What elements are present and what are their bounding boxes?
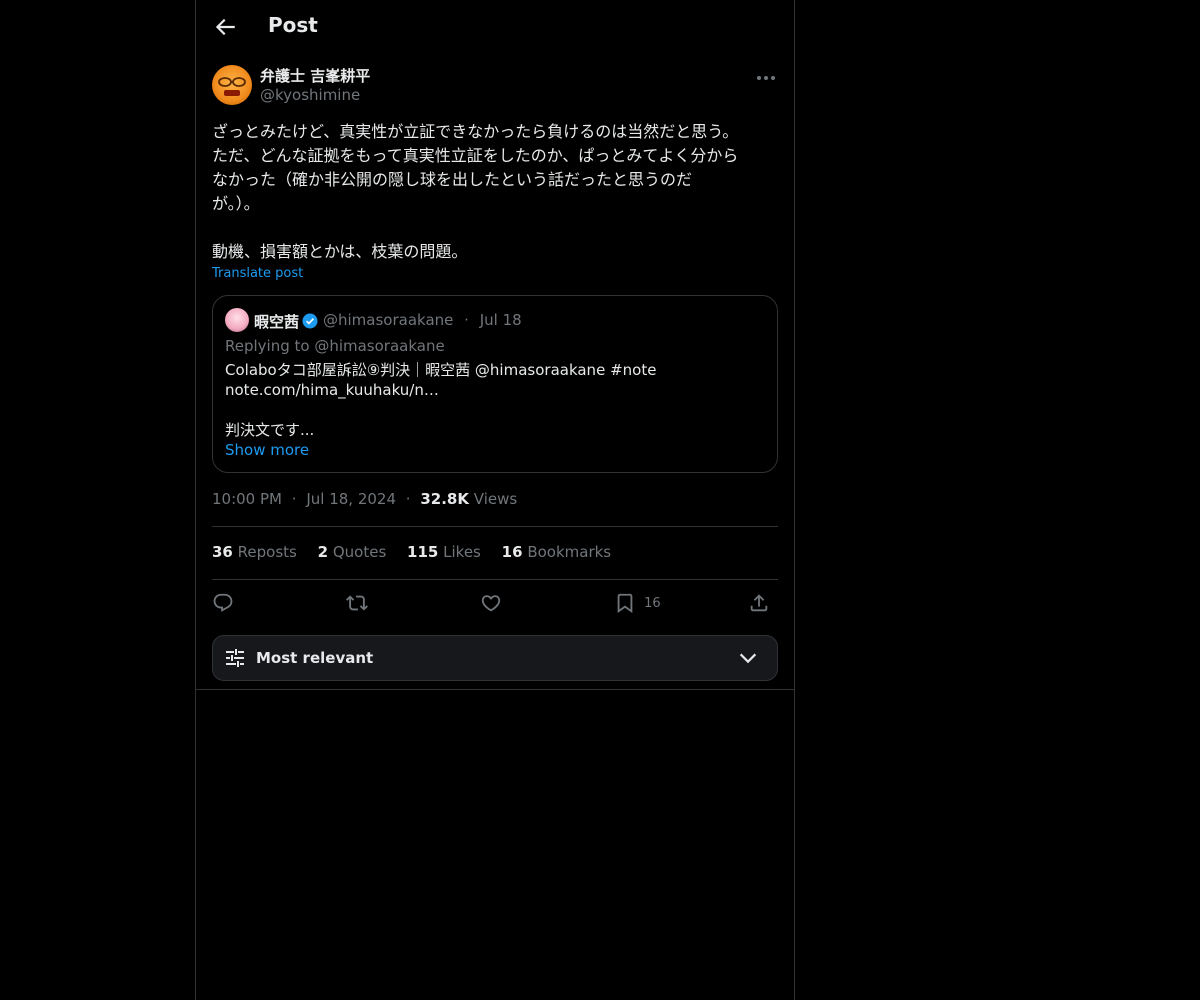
avatar[interactable] bbox=[212, 65, 252, 105]
separator-dot: · bbox=[291, 490, 297, 508]
reposts-label: Reposts bbox=[237, 543, 297, 561]
separator-dot: · bbox=[464, 311, 469, 329]
reposts-count: 36 bbox=[212, 543, 233, 561]
reply-button[interactable] bbox=[212, 592, 234, 616]
sort-label: Most relevant bbox=[256, 649, 374, 667]
bookmark-button[interactable]: 16 bbox=[614, 592, 661, 616]
action-bar: 16 bbox=[212, 590, 778, 620]
quoted-post[interactable]: 暇空茜 @himasoraakane · Jul 18 Replying to … bbox=[212, 295, 778, 473]
verified-badge-icon bbox=[302, 313, 318, 329]
post-stats: 36 Reposts 2 Quotes 115 Likes 16 Bookmar… bbox=[212, 543, 627, 561]
share-icon bbox=[750, 594, 768, 612]
quotes-label: Quotes bbox=[332, 543, 387, 561]
reply-icon bbox=[213, 593, 233, 612]
share-button[interactable] bbox=[748, 592, 770, 616]
quote-author-name[interactable]: 暇空茜 bbox=[254, 311, 299, 332]
chevron-down-icon bbox=[739, 653, 757, 664]
post-date[interactable]: Jul 18, 2024 bbox=[306, 490, 396, 508]
heart-icon bbox=[481, 595, 501, 612]
post-header: Post bbox=[196, 0, 794, 54]
views-count: 32.8K bbox=[420, 490, 469, 508]
separator-dot: · bbox=[405, 490, 411, 508]
post-text: ざっとみたけど、真実性が立証できなかったら負けるのは当然だと思う。 ただ、どんな… bbox=[212, 122, 739, 261]
more-dots-icon bbox=[757, 76, 775, 80]
post-author: 弁護士 吉峯耕平 @kyoshimine bbox=[212, 64, 778, 108]
quote-author-handle[interactable]: @himasoraakane bbox=[323, 311, 453, 329]
quotes-count: 2 bbox=[317, 543, 329, 561]
views-label: Views bbox=[473, 490, 518, 508]
quote-avatar[interactable] bbox=[225, 308, 249, 332]
bookmarks-count: 16 bbox=[501, 543, 523, 561]
back-button[interactable] bbox=[212, 14, 238, 40]
bookmarks-stat[interactable]: 16 Bookmarks bbox=[502, 543, 611, 561]
arrow-left-icon bbox=[215, 18, 235, 36]
divider bbox=[212, 526, 778, 527]
quote-handle-line: @himasoraakane · Jul 18 bbox=[323, 311, 522, 329]
like-button[interactable] bbox=[480, 592, 502, 616]
post-meta: 10:00 PM · Jul 18, 2024 · 32.8K Views bbox=[212, 490, 517, 508]
post-time[interactable]: 10:00 PM bbox=[212, 490, 282, 508]
show-more-link[interactable]: Show more bbox=[225, 441, 309, 459]
more-options-button[interactable] bbox=[754, 68, 778, 88]
avatar-face-icon bbox=[218, 77, 246, 96]
post-column: Post 弁護士 吉峯耕平 @kyoshimine ざっとみたけど、真実性が立証… bbox=[195, 0, 795, 1000]
divider bbox=[212, 579, 778, 580]
bookmarks-label: Bookmarks bbox=[527, 543, 612, 561]
quote-text: Colaboタコ部屋訴訟⑨判決｜暇空茜 @himasoraakane #note… bbox=[225, 361, 657, 439]
translate-post-link[interactable]: Translate post bbox=[212, 266, 303, 281]
author-handle[interactable]: @kyoshimine bbox=[260, 86, 360, 104]
quote-date[interactable]: Jul 18 bbox=[480, 311, 522, 329]
likes-count: 115 bbox=[407, 543, 439, 561]
author-name[interactable]: 弁護士 吉峯耕平 bbox=[260, 65, 370, 86]
bookmark-count: 16 bbox=[644, 595, 661, 611]
likes-stat[interactable]: 115 Likes bbox=[407, 543, 481, 561]
reposts-stat[interactable]: 36 Reposts bbox=[212, 543, 297, 561]
repost-icon bbox=[346, 595, 368, 611]
divider bbox=[196, 689, 794, 690]
reply-sort-dropdown[interactable]: Most relevant bbox=[212, 635, 778, 681]
repost-button[interactable] bbox=[346, 592, 368, 616]
replying-to: Replying to @himasoraakane bbox=[225, 337, 445, 355]
quotes-stat[interactable]: 2 Quotes bbox=[318, 543, 387, 561]
page-title: Post bbox=[268, 13, 318, 37]
bookmark-icon bbox=[617, 593, 633, 614]
likes-label: Likes bbox=[443, 543, 481, 561]
sliders-icon bbox=[226, 649, 244, 667]
